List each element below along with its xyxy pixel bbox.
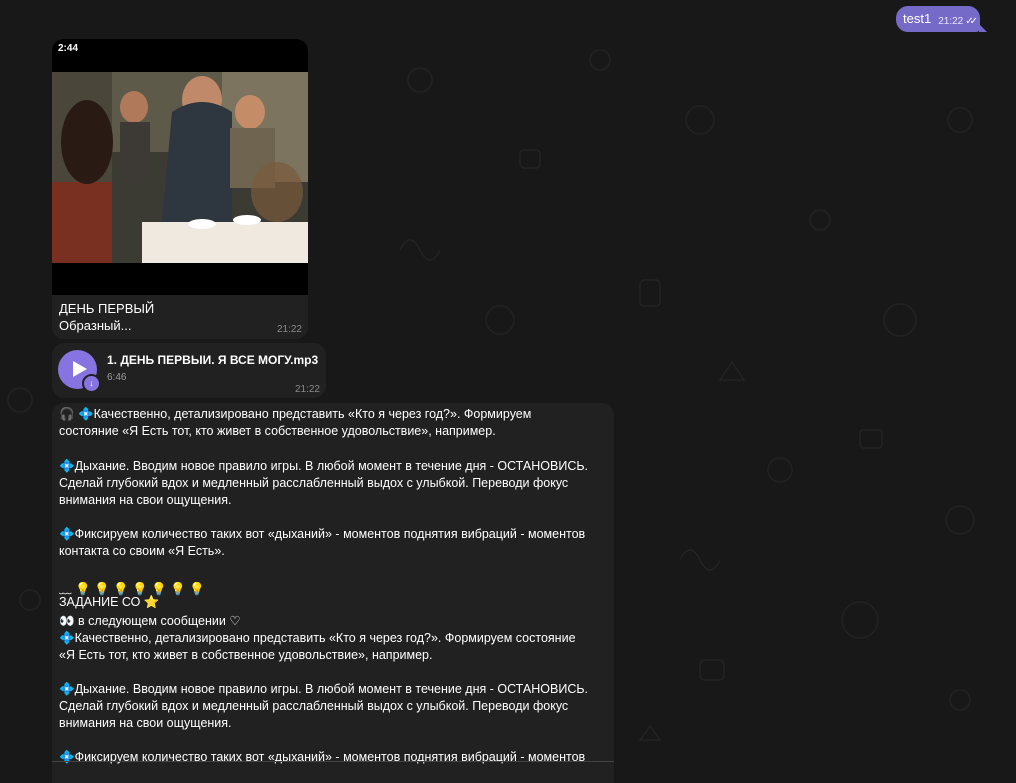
video-caption-title: ДЕНЬ ПЕРВЫЙ <box>59 301 155 316</box>
message-line: внимания на свои ощущения. <box>59 493 232 507</box>
message-line: 💠Качественно, детализировано представить… <box>59 631 576 645</box>
video-player[interactable]: 2:44 <box>52 39 308 295</box>
video-duration: 2:44 <box>58 43 79 54</box>
audio-file-name: 1. ДЕНЬ ПЕРВЫИ. Я ВСЕ МОГУ.mp3 <box>107 353 319 367</box>
message-line: контакта со своим «Я Есть». <box>59 544 225 558</box>
double-check-icon: ✓✓ <box>965 16 978 27</box>
message-line: 💠Дыхание. Вводим новое правило игры. В л… <box>59 682 589 696</box>
outgoing-message-bubble[interactable]: test1 21:22 ✓✓ <box>896 6 987 32</box>
audio-duration: 6:46 <box>107 372 127 383</box>
audio-message-bubble[interactable]: ↓ 1. ДЕНЬ ПЕРВЫИ. Я ВСЕ МОГУ.mp3 6:46 21… <box>52 343 326 398</box>
message-time: 21:22 <box>276 324 302 335</box>
message-line: «Я Есть тот, кто живет в собственное удо… <box>59 648 433 662</box>
message-time: 21:22 <box>294 384 320 395</box>
message-line: 💠Фиксируем количество таких вот «дыханий… <box>59 750 586 764</box>
message-text: test1 <box>903 11 932 26</box>
play-icon <box>73 361 87 377</box>
message-line: Сделай глубокий вдох и медленный расслаб… <box>59 476 569 490</box>
video-caption-preview[interactable]: Образный... <box>59 318 131 333</box>
text-message-bubble[interactable]: 🎧 💠Качественно, детализировано представи… <box>52 403 614 783</box>
message-line: 💠Фиксируем количество таких вот «дыханий… <box>59 527 586 541</box>
video-thumbnail <box>52 72 308 263</box>
video-message-bubble[interactable]: 2:44 ДЕНЬ ПЕРВЫЙ Образный... 21:22 <box>52 39 308 339</box>
message-line: ЗАДАНИЕ СО ⭐ <box>59 595 160 609</box>
message-meta: 21:22 ✓✓ <box>938 16 978 27</box>
message-line: внимания на свои ощущения. <box>59 716 232 730</box>
message-line: 👀 в следующем сообщении ♡ <box>59 614 241 628</box>
message-time: 21:22 <box>938 16 964 27</box>
composer-divider <box>52 761 614 762</box>
bubble-tail <box>979 24 987 32</box>
download-icon[interactable]: ↓ <box>82 374 101 393</box>
message-line: 💠Дыхание. Вводим новое правило игры. В л… <box>59 459 589 473</box>
message-line: 🎧 💠Качественно, детализировано представи… <box>59 407 532 421</box>
message-line: Сделай глубокий вдох и медленный расслаб… <box>59 699 569 713</box>
message-line: состояние «Я Есть тот, кто живет в собст… <box>59 424 496 438</box>
